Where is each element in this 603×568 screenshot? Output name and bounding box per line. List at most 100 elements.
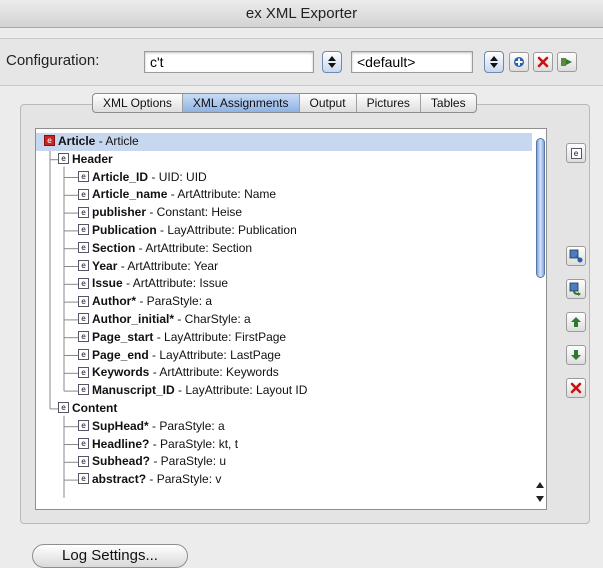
tree-row[interactable]: e abstract? - ParaStyle: v (36, 471, 532, 489)
tree-row[interactable]: e Header (36, 151, 532, 169)
tree-row-label: e Manuscript_ID - LayAttribute: Layout ID (78, 382, 307, 400)
element-name: Keywords (92, 365, 150, 380)
tree-row[interactable]: e Issue - ArtAttribute: Issue (36, 275, 532, 293)
element-description: - ParaStyle: kt, t (149, 436, 239, 451)
tree-row[interactable]: e Section - ArtAttribute: Section (36, 240, 532, 258)
element-description: - Article (95, 134, 139, 148)
add-configuration-button[interactable] (509, 52, 529, 72)
tree-row[interactable]: e Publication - LayAttribute: Publication (36, 222, 532, 240)
element-icon: e (78, 455, 89, 467)
tree-row[interactable]: e publisher - Constant: Heise (36, 204, 532, 222)
tab-tables[interactable]: Tables (421, 94, 476, 112)
scroll-down-icon[interactable] (536, 496, 544, 502)
element-description: - ArtAttribute: Name (167, 187, 277, 202)
tree-row[interactable]: e Page_start - LayAttribute: FirstPage (36, 329, 532, 347)
tree-row[interactable]: e SupHead* - ParaStyle: a (36, 418, 532, 436)
element-icon: e (78, 206, 89, 218)
tree-row[interactable]: e Page_end - LayAttribute: LastPage (36, 347, 532, 365)
element-description: - ArtAttribute: Year (117, 258, 219, 273)
element-icon: e (78, 188, 89, 200)
element-name: Author_initial* (92, 311, 175, 326)
add-child-icon (569, 249, 583, 263)
tree-row[interactable]: e Year - ArtAttribute: Year (36, 258, 532, 276)
element-name: Page_end (92, 347, 149, 362)
element-icon: e (58, 153, 69, 165)
tree-row-label: e Publication - LayAttribute: Publication (78, 222, 297, 240)
stepper-up-icon (328, 56, 336, 61)
arrow-up-icon (571, 317, 581, 327)
configuration-row: Configuration: (0, 38, 603, 86)
element-icon: e (78, 242, 89, 254)
tab-pictures[interactable]: Pictures (357, 94, 421, 112)
element-name: Section (92, 240, 136, 255)
scrollbar-arrows[interactable] (535, 478, 545, 506)
tab-output[interactable]: Output (300, 94, 357, 112)
tree-row-label: e Page_start - LayAttribute: FirstPage (78, 329, 286, 347)
tree-row-label: e Author* - ParaStyle: a (78, 293, 212, 311)
tree-row-label: e Section - ArtAttribute: Section (78, 240, 252, 258)
tree-row[interactable]: e Article_ID - UID: UID (36, 169, 532, 187)
export-button[interactable] (557, 52, 577, 72)
element-icon: e (78, 331, 89, 343)
scroll-up-icon[interactable] (536, 482, 544, 488)
tree-row-label: e Subhead? - ParaStyle: u (78, 453, 226, 471)
log-settings-button[interactable]: Log Settings... (32, 544, 188, 568)
element-name: Article_ID (92, 169, 149, 184)
tree-row-label: e Year - ArtAttribute: Year (78, 258, 218, 276)
element-description: - ParaStyle: a (136, 294, 213, 309)
plus-icon (514, 57, 524, 67)
element-name: SupHead* (92, 418, 149, 433)
element-icon: e (78, 420, 89, 432)
element-icon: e (570, 147, 582, 159)
scrollbar-thumb[interactable] (536, 138, 545, 278)
add-sibling-button[interactable] (566, 279, 586, 299)
tree-row[interactable]: e Content (36, 400, 532, 418)
add-child-button[interactable] (566, 246, 586, 266)
tree-row-label: e Keywords - ArtAttribute: Keywords (78, 364, 279, 382)
tree-row-label: e Header (58, 151, 113, 169)
tree-row[interactable]: e Manuscript_ID - LayAttribute: Layout ID (36, 382, 532, 400)
x-icon (570, 382, 582, 394)
element-description: - LayAttribute: Layout ID (174, 383, 308, 398)
default-config-input[interactable] (351, 51, 473, 73)
configuration-input[interactable] (144, 51, 314, 73)
tree-row[interactable]: e Author_initial* - CharStyle: a (36, 311, 532, 329)
element-icon: e (78, 295, 89, 307)
element-name: abstract? (92, 472, 147, 487)
stepper-down-icon (490, 63, 498, 68)
delete-configuration-button[interactable] (533, 52, 553, 72)
element-name: Manuscript_ID (92, 383, 175, 398)
configuration-stepper[interactable] (322, 51, 342, 73)
stepper-down-icon (328, 63, 336, 68)
tree-row[interactable]: e Headline? - ParaStyle: kt, t (36, 436, 532, 454)
element-description: - LayAttribute: LastPage (148, 347, 281, 362)
move-up-button[interactable] (566, 312, 586, 332)
element-icon: e (78, 277, 89, 289)
tree-row[interactable]: e Author* - ParaStyle: a (36, 293, 532, 311)
element-name: Issue (92, 276, 123, 291)
element-icon: e (78, 473, 89, 485)
move-down-button[interactable] (566, 345, 586, 365)
element-name: Article_name (92, 187, 168, 202)
element-name: Publication (92, 222, 157, 237)
element-description: - ParaStyle: u (150, 454, 227, 469)
default-config-stepper[interactable] (484, 51, 504, 73)
element-icon-button[interactable]: e (566, 143, 586, 163)
tree-row[interactable]: e Keywords - ArtAttribute: Keywords (36, 364, 532, 382)
tree-row-label: e Author_initial* - CharStyle: a (78, 311, 251, 329)
tree-row[interactable]: e Article - Article (36, 133, 532, 151)
add-sibling-icon (569, 282, 581, 296)
delete-element-button[interactable] (566, 378, 586, 398)
element-description: - ArtAttribute: Section (135, 240, 253, 255)
element-icon: e (58, 402, 69, 414)
tree-row-label: e SupHead* - ParaStyle: a (78, 418, 225, 436)
tree-row-label: e Headline? - ParaStyle: kt, t (78, 436, 238, 454)
tab-xml-options[interactable]: XML Options (93, 94, 183, 112)
tab-xml-assignments[interactable]: XML Assignments (182, 94, 300, 112)
tree-row[interactable]: e Subhead? - ParaStyle: u (36, 453, 532, 471)
tree-row-label: e Article_ID - UID: UID (78, 169, 207, 187)
element-name: Author* (92, 294, 136, 309)
tree-row-label: e Page_end - LayAttribute: LastPage (78, 347, 281, 365)
xml-element-tree[interactable]: e Article - Article e Header e Article_ID - U… (35, 128, 547, 510)
tree-row[interactable]: e Article_name - ArtAttribute: Name (36, 186, 532, 204)
